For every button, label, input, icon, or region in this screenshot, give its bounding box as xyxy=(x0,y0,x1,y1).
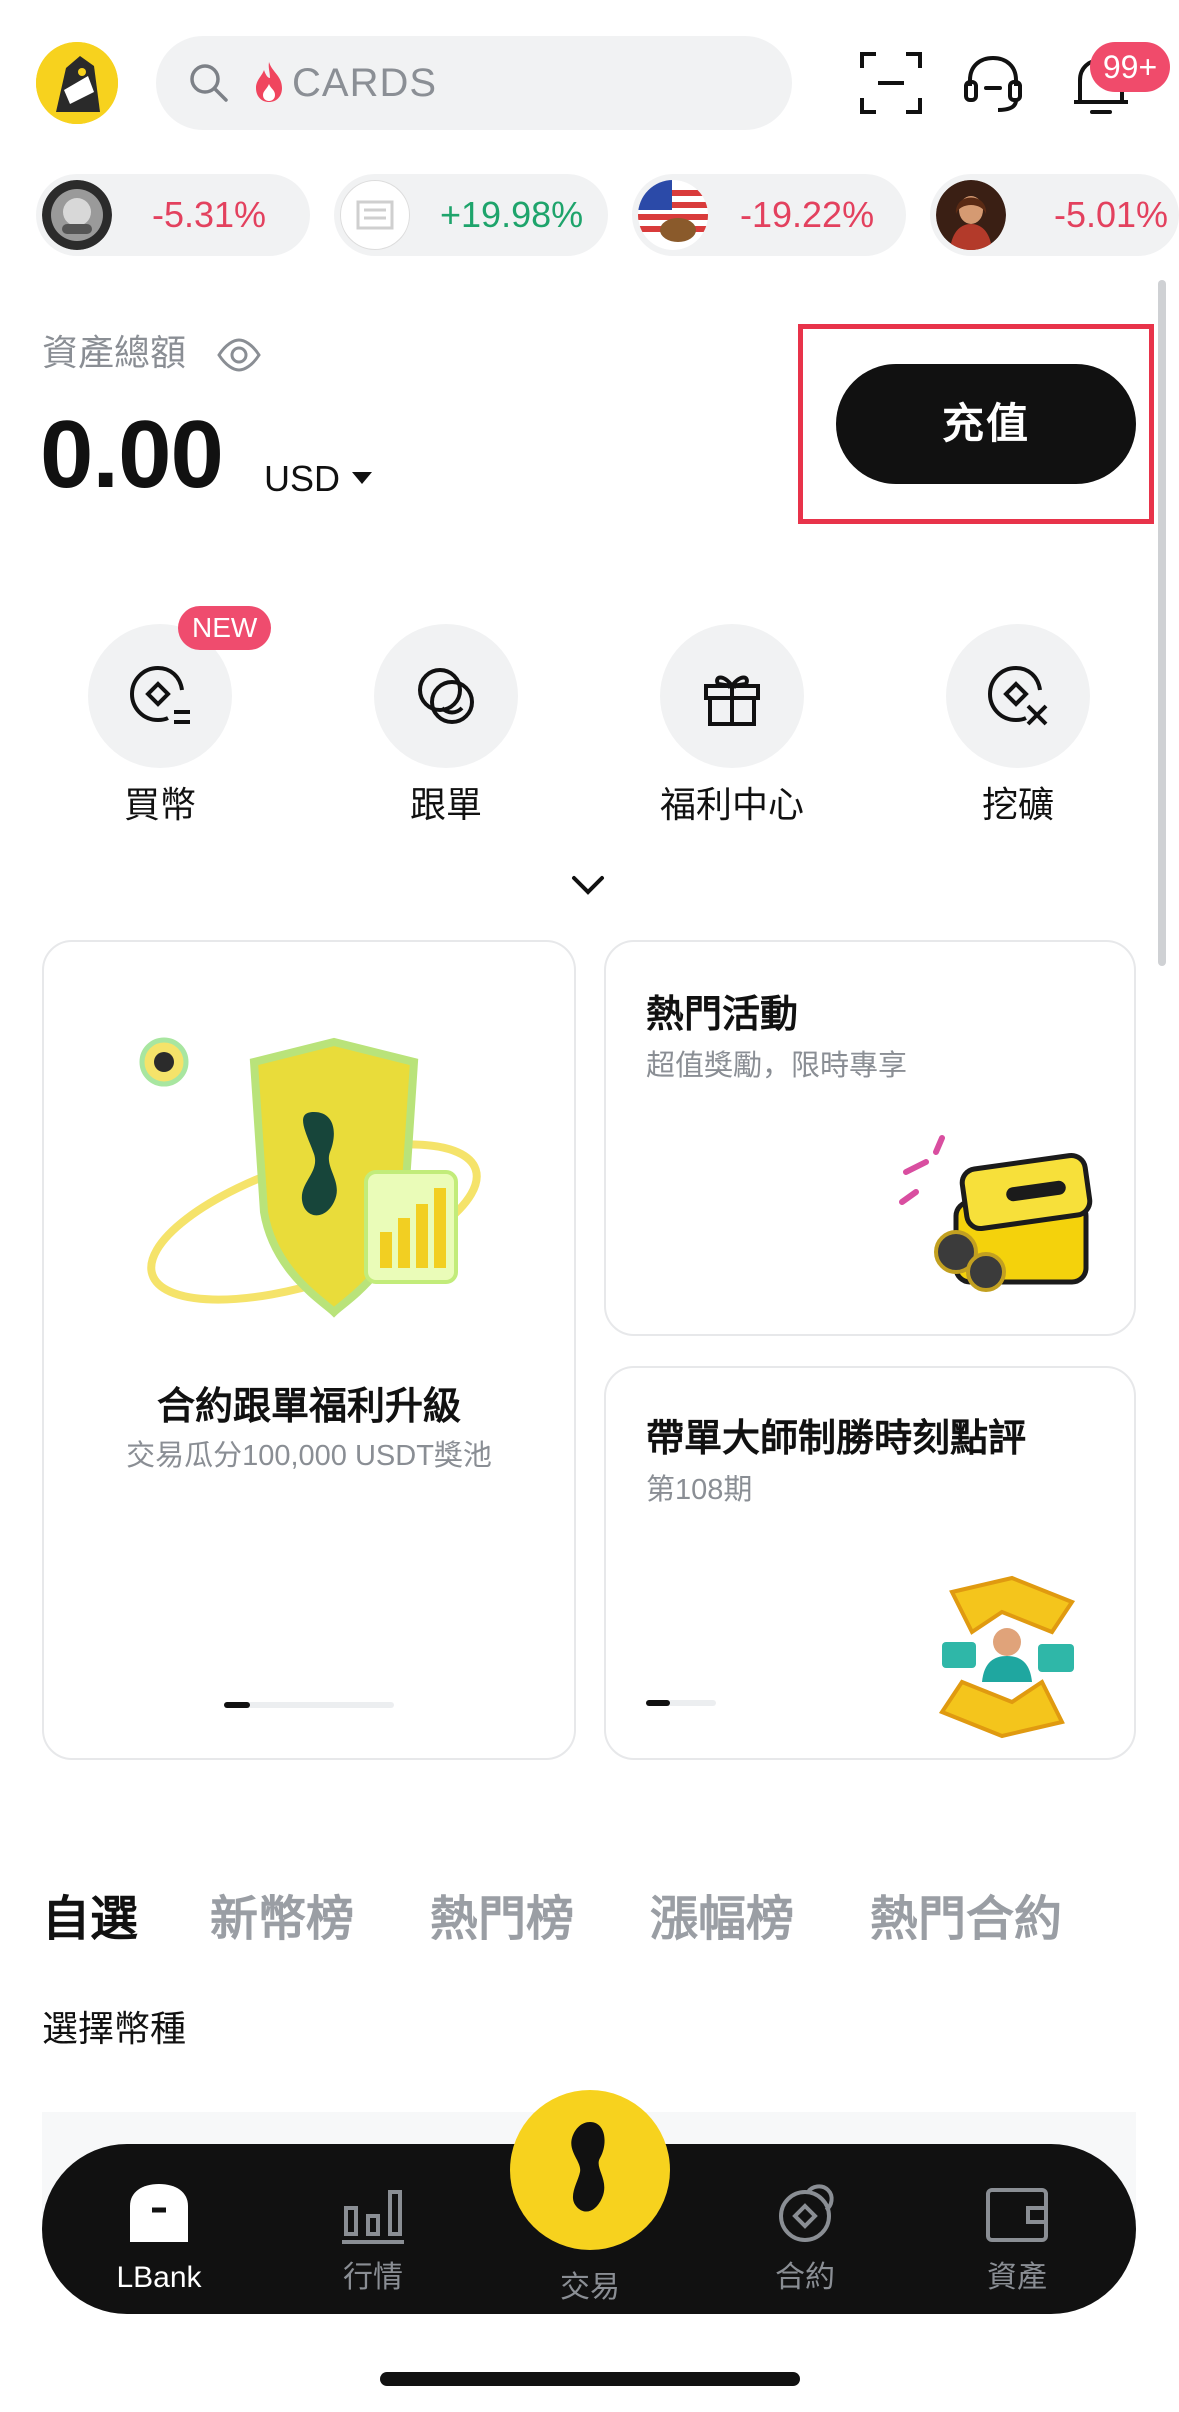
mascot-avatar-icon xyxy=(36,42,118,124)
tab-new-coins[interactable]: 新幣榜 xyxy=(210,1890,354,1950)
tab-favorites[interactable]: 自選 xyxy=(42,1890,138,1950)
ticker-change: -5.01% xyxy=(1054,194,1169,235)
user-avatar[interactable] xyxy=(36,42,118,124)
token-avatar-icon xyxy=(340,180,410,250)
treasure-illustration-icon xyxy=(899,1135,1093,1292)
promo-card-copy-trade[interactable]: 合約跟單福利升級 交易瓜分100,000 USDT獎池 xyxy=(42,940,576,1760)
nav-label: 行情 xyxy=(343,2261,403,2294)
quick-action-copy-trade[interactable] xyxy=(374,624,518,768)
scan-icon xyxy=(860,52,922,114)
ticker-change: -5.31% xyxy=(152,194,267,235)
tab-hot-list[interactable]: 熱門榜 xyxy=(430,1890,574,1950)
trader-illustration-icon xyxy=(938,1575,1076,1739)
copy-trade-icon xyxy=(418,668,474,724)
ticker-chip[interactable]: -19.22% xyxy=(632,174,906,256)
carousel-indicator xyxy=(224,1702,394,1708)
nav-label: 資產 xyxy=(987,2261,1047,2294)
eye-icon[interactable] xyxy=(216,336,262,374)
card-subtitle: 交易瓜分100,000 USDT獎池 xyxy=(126,1440,492,1472)
token-avatar-icon xyxy=(638,180,708,250)
shield-illustration-icon xyxy=(139,1037,481,1318)
nav-item-home[interactable]: LBank xyxy=(84,2178,234,2298)
token-avatar-icon xyxy=(42,180,112,250)
wallet-icon xyxy=(986,2188,1048,2242)
quick-action-label: 挖礦 xyxy=(981,784,1054,825)
scan-button[interactable] xyxy=(856,48,926,118)
card-title: 合約跟單福利升級 xyxy=(156,1386,461,1428)
token-avatar-icon xyxy=(936,180,1006,250)
chevron-down-icon[interactable] xyxy=(570,872,606,898)
mining-icon xyxy=(987,665,1048,726)
currency-selector[interactable]: USD xyxy=(264,456,340,502)
ticker-change: -19.22% xyxy=(740,194,875,235)
quick-action-label: 跟單 xyxy=(409,784,482,825)
card-title: 帶單大師制勝時刻點評 xyxy=(646,1418,1027,1460)
nav-item-market[interactable]: 行情 xyxy=(298,2178,448,2298)
new-badge: NEW xyxy=(178,606,272,650)
ticker-chip[interactable]: -5.01% xyxy=(930,174,1179,256)
home-indicator[interactable] xyxy=(380,2372,800,2386)
promo-card-hot-events[interactable]: 熱門活動 超值獎勵，限時專享 xyxy=(604,940,1136,1336)
market-chart-icon xyxy=(342,2190,404,2244)
notification-badge: 99+ xyxy=(1090,42,1170,92)
quick-action-label: 福利中心 xyxy=(659,784,804,825)
promo-card-master-review[interactable]: 帶單大師制勝時刻點評 第108期 xyxy=(604,1366,1136,1760)
quick-action-mining[interactable] xyxy=(946,624,1090,768)
contract-icon xyxy=(779,2184,834,2242)
select-coin-label[interactable]: 選擇幣種 xyxy=(42,2006,186,2052)
gift-icon xyxy=(704,675,760,726)
home-icon xyxy=(130,2184,188,2242)
nav-item-assets[interactable]: 資產 xyxy=(942,2178,1092,2298)
carousel-indicator-active xyxy=(224,1702,250,1708)
support-button[interactable] xyxy=(958,48,1028,118)
total-assets-label: 資產總額 xyxy=(42,332,187,373)
card-title: 熱門活動 xyxy=(646,994,799,1036)
nav-label: 合約 xyxy=(775,2261,835,2294)
chevron-down-icon[interactable] xyxy=(352,472,372,484)
search-bar[interactable]: CARDS xyxy=(156,36,792,130)
total-assets-amount: 0.00 xyxy=(40,401,224,508)
nav-item-contract[interactable]: 合約 xyxy=(730,2178,880,2298)
buy-coin-icon xyxy=(129,665,190,724)
search-icon xyxy=(190,64,228,102)
deposit-button[interactable]: 充值 xyxy=(836,364,1136,484)
nav-label: LBank xyxy=(116,2261,202,2294)
scrollbar[interactable] xyxy=(1158,280,1166,966)
headset-icon xyxy=(964,55,1022,112)
card-subtitle: 第108期 xyxy=(646,1474,753,1506)
carousel-indicator-active xyxy=(646,1700,670,1706)
nav-item-trade[interactable]: 交易 xyxy=(515,2178,665,2308)
quick-action-rewards[interactable] xyxy=(660,624,804,768)
fire-icon xyxy=(256,62,282,102)
tab-gainers[interactable]: 漲幅榜 xyxy=(650,1890,794,1950)
search-placeholder: CARDS xyxy=(292,61,438,105)
card-subtitle: 超值獎勵，限時專享 xyxy=(646,1050,908,1082)
nav-label: 交易 xyxy=(560,2271,620,2304)
ticker-chip[interactable]: -5.31% xyxy=(36,174,310,256)
quick-action-label: 買幣 xyxy=(123,784,196,825)
carousel-indicator xyxy=(646,1700,716,1706)
tab-hot-contracts[interactable]: 熱門合約 xyxy=(870,1890,1062,1950)
ticker-chip[interactable]: +19.98% xyxy=(334,174,608,256)
ticker-change: +19.98% xyxy=(440,194,584,235)
